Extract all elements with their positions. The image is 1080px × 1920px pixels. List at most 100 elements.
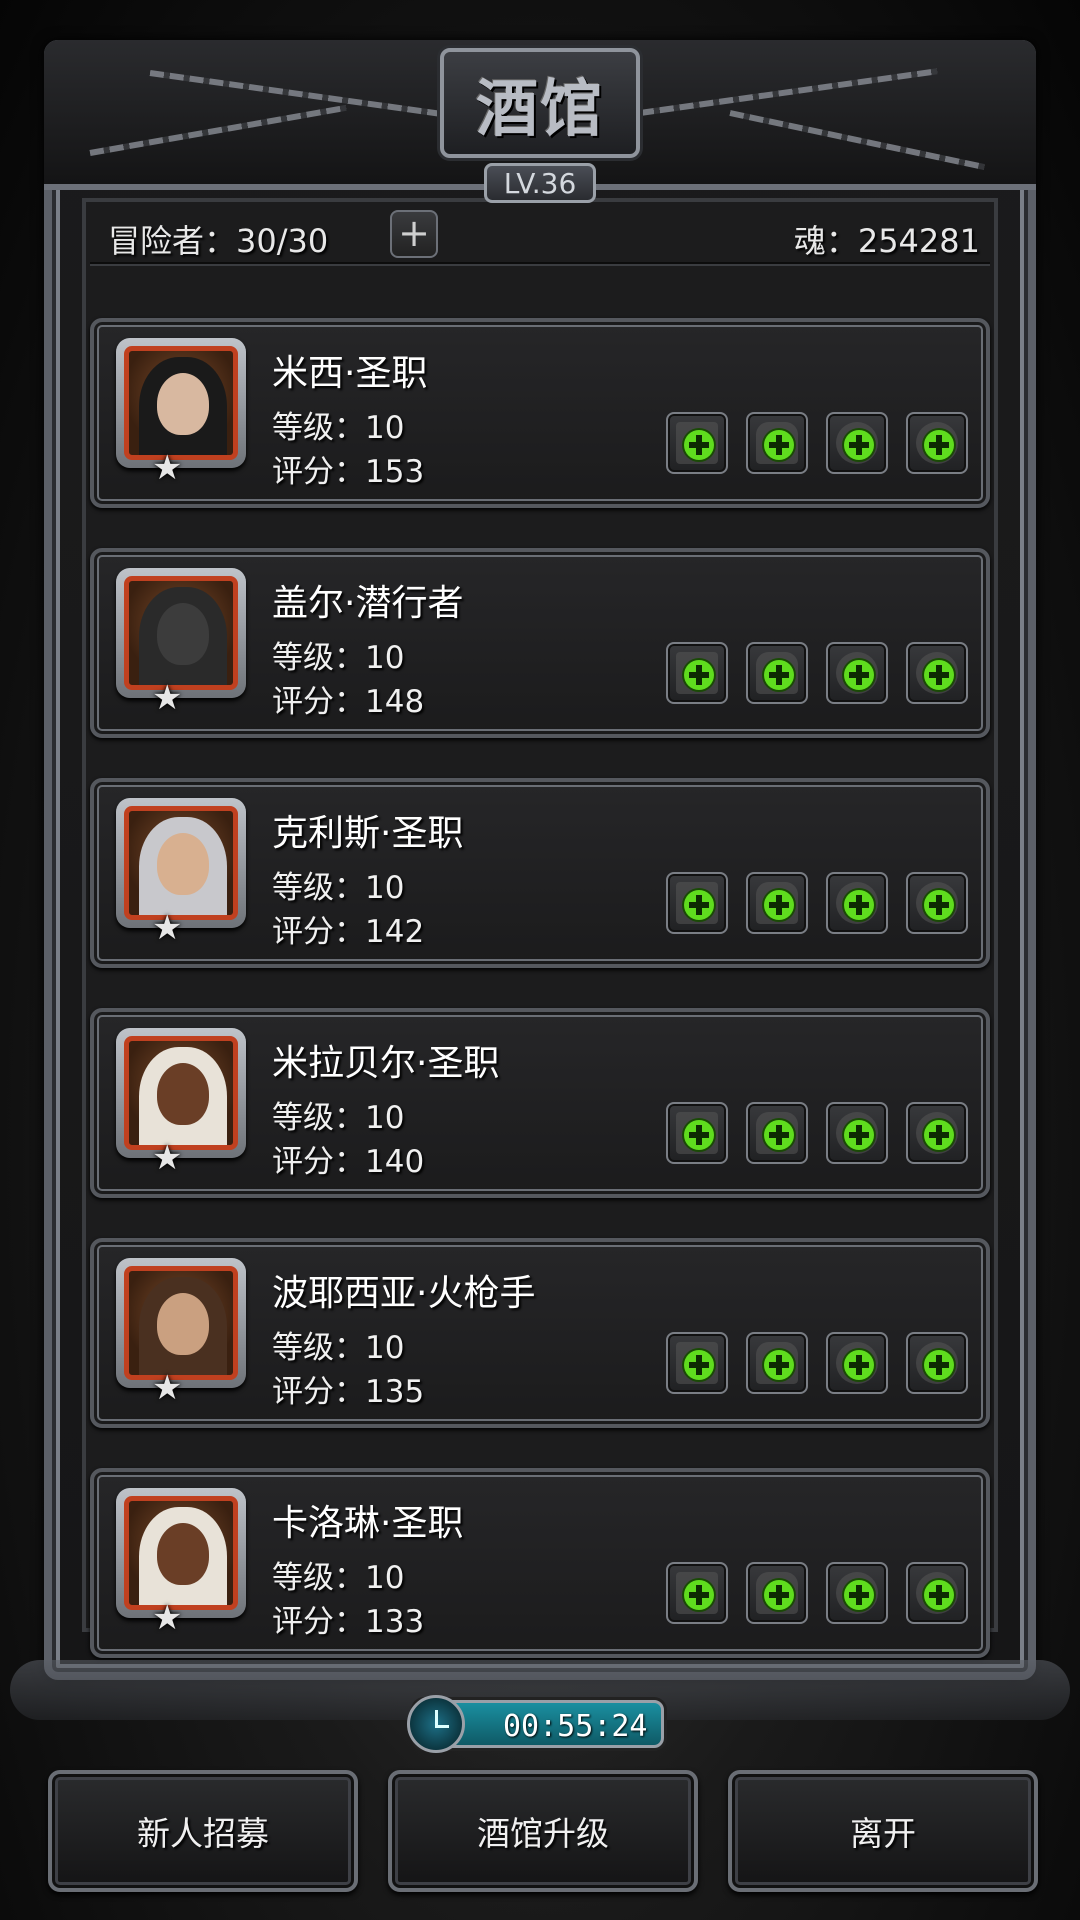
add-icon: [764, 1120, 794, 1150]
title-plate: 酒馆: [440, 48, 640, 158]
adventurer-count: 冒险者：30/30: [108, 222, 329, 260]
add-icon: [764, 430, 794, 460]
hero-face: [157, 833, 209, 895]
add-icon: [764, 890, 794, 920]
add-icon: [924, 660, 954, 690]
hero-avatar: [124, 1036, 238, 1150]
ring-slot-button[interactable]: [906, 1332, 968, 1394]
hero-level: 等级：10: [272, 410, 405, 446]
add-icon: [764, 1580, 794, 1610]
hero-card[interactable]: ★ 波耶西亚·火枪手 等级：10 评分：135: [90, 1238, 990, 1428]
stat-bar: 冒险者：30/30 + 魂：254281: [90, 210, 990, 264]
accessory-slot-button[interactable]: [826, 1332, 888, 1394]
accessory-slot-button[interactable]: [826, 1102, 888, 1164]
add-icon: [844, 660, 874, 690]
add-icon: [924, 1580, 954, 1610]
equipment-slots: [666, 872, 968, 934]
hero-card[interactable]: ★ 卡洛琳·圣职 等级：10 评分：133: [90, 1468, 990, 1658]
page-title: 酒馆: [475, 72, 604, 145]
ring-slot-button[interactable]: [906, 412, 968, 474]
accessory-slot-button[interactable]: [826, 642, 888, 704]
add-icon: [684, 660, 714, 690]
add-adventurer-capacity-button[interactable]: +: [390, 210, 438, 258]
add-icon: [844, 1350, 874, 1380]
divider: [90, 262, 990, 266]
hero-avatar: [124, 576, 238, 690]
hero-score: 评分：148: [272, 684, 425, 720]
weapon-slot-button[interactable]: [666, 1332, 728, 1394]
hero-face: [157, 1063, 209, 1125]
hero-name: 盖尔·潜行者: [272, 583, 464, 624]
hero-face: [157, 603, 209, 665]
star-icon: ★: [152, 1368, 183, 1408]
weapon-slot-button[interactable]: [666, 872, 728, 934]
clock-icon: [407, 1695, 465, 1753]
add-icon: [844, 430, 874, 460]
weapon-slot-button[interactable]: [666, 412, 728, 474]
hero-score: 评分：153: [272, 454, 425, 490]
ring-slot-button[interactable]: [906, 872, 968, 934]
add-icon: [844, 890, 874, 920]
star-icon: ★: [152, 678, 183, 718]
add-icon: [844, 1580, 874, 1610]
hero-card[interactable]: ★ 克利斯·圣职 等级：10 评分：142: [90, 778, 990, 968]
star-icon: ★: [152, 908, 183, 948]
star-icon: ★: [152, 1138, 183, 1178]
hero-name: 米拉贝尔·圣职: [272, 1043, 500, 1084]
hero-level: 等级：10: [272, 1100, 405, 1136]
hero-face: [157, 373, 209, 435]
add-icon: [924, 430, 954, 460]
hero-name: 卡洛琳·圣职: [272, 1503, 464, 1544]
weapon-slot-button[interactable]: [666, 1562, 728, 1624]
leave-button[interactable]: 离开: [728, 1770, 1038, 1892]
tavern-level-badge: LV.36: [484, 163, 596, 203]
armor-slot-button[interactable]: [746, 1332, 808, 1394]
add-icon: [684, 1580, 714, 1610]
armor-slot-button[interactable]: [746, 642, 808, 704]
add-icon: [684, 890, 714, 920]
hero-avatar: [124, 1496, 238, 1610]
hero-name: 克利斯·圣职: [272, 813, 464, 854]
upgrade-tavern-button[interactable]: 酒馆升级: [388, 1770, 698, 1892]
star-icon: ★: [152, 448, 183, 488]
hero-card[interactable]: ★ 米拉贝尔·圣职 等级：10 评分：140: [90, 1008, 990, 1198]
ring-slot-button[interactable]: [906, 642, 968, 704]
hero-card[interactable]: ★ 米西·圣职 等级：10 评分：153: [90, 318, 990, 508]
accessory-slot-button[interactable]: [826, 1562, 888, 1624]
refresh-timer: 00:55:24: [407, 1695, 664, 1753]
hero-avatar: [124, 1266, 238, 1380]
hero-score: 评分：135: [272, 1374, 425, 1410]
hero-level: 等级：10: [272, 1330, 405, 1366]
hero-level: 等级：10: [272, 1560, 405, 1596]
hero-level: 等级：10: [272, 870, 405, 906]
accessory-slot-button[interactable]: [826, 412, 888, 474]
hero-name: 米西·圣职: [272, 353, 428, 394]
add-icon: [764, 660, 794, 690]
soul-currency: 魂：254281: [793, 222, 980, 260]
add-icon: [844, 1120, 874, 1150]
weapon-slot-button[interactable]: [666, 642, 728, 704]
add-icon: [684, 1120, 714, 1150]
ring-slot-button[interactable]: [906, 1102, 968, 1164]
accessory-slot-button[interactable]: [826, 872, 888, 934]
star-icon: ★: [152, 1598, 183, 1638]
armor-slot-button[interactable]: [746, 412, 808, 474]
add-icon: [924, 1120, 954, 1150]
add-icon: [924, 1350, 954, 1380]
hero-score: 评分：140: [272, 1144, 425, 1180]
armor-slot-button[interactable]: [746, 872, 808, 934]
hero-card[interactable]: ★ 盖尔·潜行者 等级：10 评分：148: [90, 548, 990, 738]
hero-face: [157, 1523, 209, 1585]
armor-slot-button[interactable]: [746, 1102, 808, 1164]
equipment-slots: [666, 1562, 968, 1624]
add-icon: [684, 430, 714, 460]
weapon-slot-button[interactable]: [666, 1102, 728, 1164]
hero-avatar: [124, 346, 238, 460]
ring-slot-button[interactable]: [906, 1562, 968, 1624]
add-icon: [684, 1350, 714, 1380]
recruit-button[interactable]: 新人招募: [48, 1770, 358, 1892]
hero-avatar: [124, 806, 238, 920]
hero-score: 评分：133: [272, 1604, 425, 1640]
hero-level: 等级：10: [272, 640, 405, 676]
armor-slot-button[interactable]: [746, 1562, 808, 1624]
